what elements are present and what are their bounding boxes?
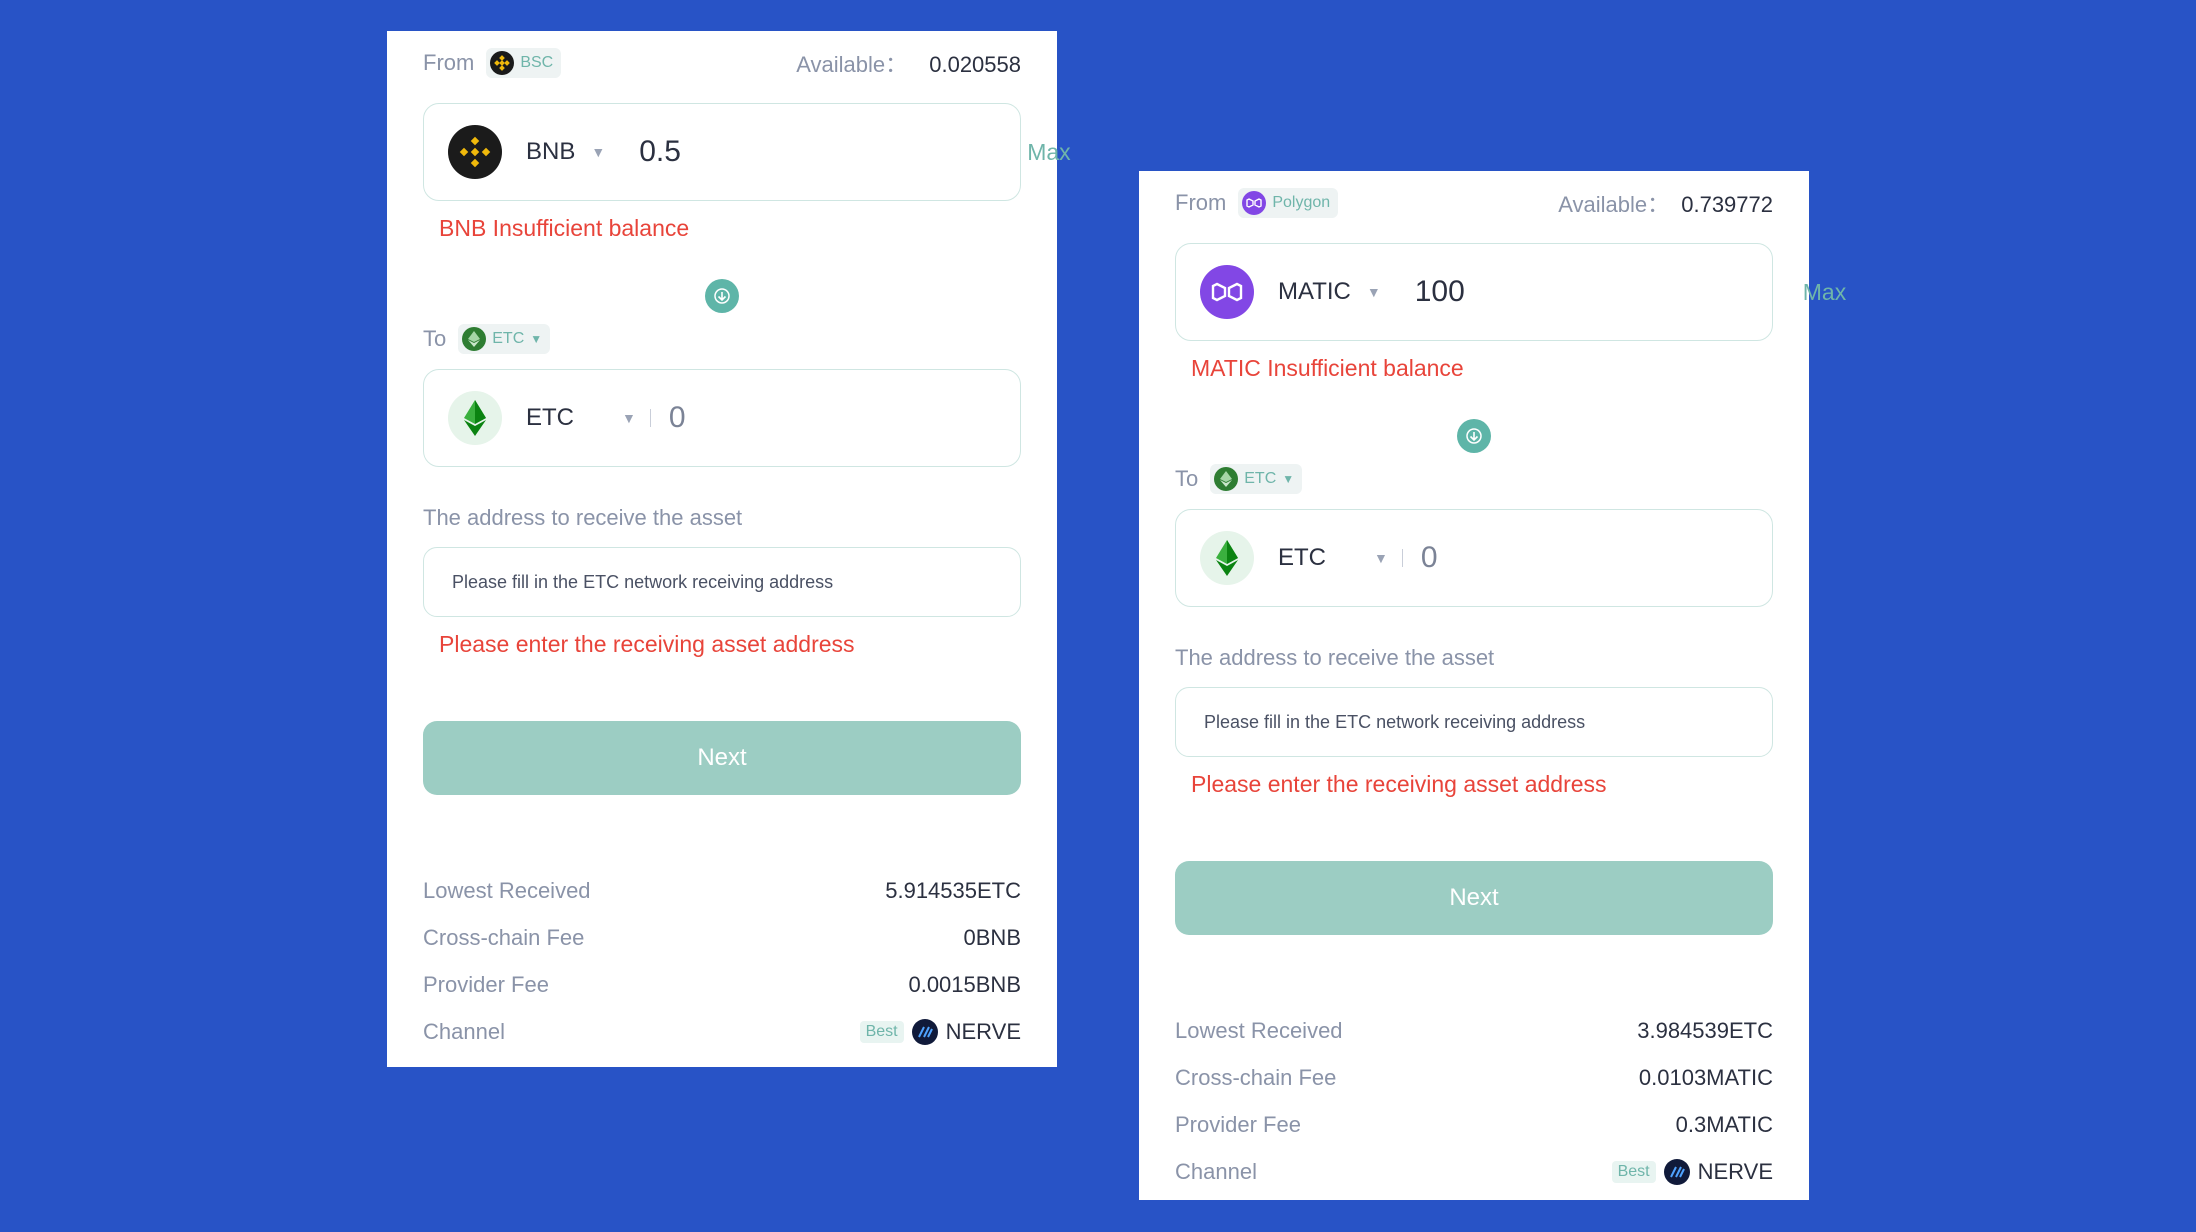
- provider-fee-label: Provider Fee: [423, 971, 549, 997]
- bridge-card-polygon: From Polygon Available： 0.739772 MATIC ▼…: [1139, 171, 1846, 1200]
- etc-icon: [1200, 531, 1254, 585]
- to-row: To ETC ▼: [423, 321, 1021, 357]
- bnb-icon: [448, 125, 502, 179]
- etc-icon: [448, 391, 502, 445]
- from-amount-input[interactable]: [637, 134, 1028, 170]
- fee-summary: Lowest Received 5.914535ETC Cross-chain …: [423, 867, 1021, 1055]
- channel-row: Channel Best NERVE: [1175, 1148, 1773, 1195]
- to-amount-value: 0: [668, 401, 686, 434]
- swap-arrow-icon[interactable]: [1457, 419, 1491, 453]
- channel-value: NERVE: [1697, 1158, 1773, 1184]
- to-row: To ETC ▼: [1175, 461, 1773, 497]
- channel-label: Channel: [1175, 1158, 1257, 1184]
- lowest-received-value: 3.984539ETC: [1637, 1017, 1773, 1043]
- nerve-icon: [1663, 1158, 1690, 1185]
- etc-chain-icon: [462, 327, 487, 351]
- from-chain-selector[interactable]: BSC: [486, 48, 562, 78]
- polygon-icon: [1242, 191, 1267, 215]
- to-amount-value: 0: [1420, 541, 1438, 574]
- max-button[interactable]: Max: [1803, 279, 1846, 306]
- divider: [649, 409, 651, 427]
- channel-label: Channel: [423, 1018, 505, 1044]
- chevron-down-icon: ▼: [1282, 472, 1295, 486]
- to-chain-selector[interactable]: ETC ▼: [458, 324, 551, 354]
- receiving-address-input[interactable]: [1175, 687, 1773, 757]
- provider-fee-value: 0.3MATIC: [1675, 1111, 1773, 1137]
- from-token-box: BNB ▼ Max: [423, 103, 1071, 201]
- address-error: Please enter the receiving asset address: [439, 631, 855, 657]
- lowest-received-row: Lowest Received 3.984539ETC: [1175, 1007, 1773, 1054]
- next-button[interactable]: Next: [1175, 861, 1773, 935]
- provider-fee-row: Provider Fee 0.0015BNB: [423, 961, 1021, 1008]
- next-button[interactable]: Next: [423, 721, 1021, 795]
- channel-value: NERVE: [945, 1018, 1021, 1044]
- to-chain-label: ETC: [492, 330, 525, 347]
- cross-chain-fee-value: 0.0103MATIC: [1638, 1064, 1773, 1090]
- address-label: The address to receive the asset: [423, 505, 743, 530]
- provider-fee-label: Provider Fee: [1175, 1111, 1301, 1137]
- nerve-icon: [911, 1018, 938, 1045]
- available-label: Available：: [1558, 192, 1670, 217]
- to-token-box: ETC ▼ 0: [423, 369, 1021, 467]
- lowest-received-row: Lowest Received 5.914535ETC: [423, 867, 1021, 914]
- from-token-name[interactable]: BNB: [526, 138, 575, 166]
- matic-icon: [1200, 265, 1254, 319]
- lowest-received-label: Lowest Received: [423, 877, 591, 903]
- to-label: To: [1175, 466, 1199, 491]
- from-token-name[interactable]: MATIC: [1278, 278, 1351, 306]
- chevron-down-icon: ▼: [530, 332, 543, 346]
- balance-error: BNB Insufficient balance: [439, 215, 690, 241]
- channel-value-group: Best NERVE: [1611, 1158, 1773, 1185]
- provider-fee-value: 0.0015BNB: [908, 971, 1021, 997]
- token-dropdown-icon[interactable]: ▼: [1367, 284, 1381, 300]
- to-label: To: [423, 326, 447, 351]
- from-label: From: [1175, 190, 1227, 215]
- token-dropdown-icon[interactable]: ▼: [622, 410, 636, 426]
- to-token-name[interactable]: ETC: [526, 404, 606, 432]
- lowest-received-value: 5.914535ETC: [885, 877, 1021, 903]
- to-chain-label: ETC: [1244, 470, 1277, 487]
- receiving-address-input[interactable]: [423, 547, 1021, 617]
- cross-chain-fee-row: Cross-chain Fee 0.0103MATIC: [1175, 1054, 1773, 1101]
- token-dropdown-icon[interactable]: ▼: [1374, 550, 1388, 566]
- token-dropdown-icon[interactable]: ▼: [591, 144, 605, 160]
- balance-error: MATIC Insufficient balance: [1191, 355, 1464, 381]
- cross-chain-fee-row: Cross-chain Fee 0BNB: [423, 914, 1021, 961]
- swap-arrow-icon[interactable]: [705, 279, 739, 313]
- bsc-icon: [490, 51, 515, 75]
- fee-summary: Lowest Received 3.984539ETC Cross-chain …: [1175, 1007, 1773, 1195]
- bridge-card-bsc: From BSC Available： 0.020558 BNB ▼ Max B…: [387, 31, 1071, 1067]
- divider: [1401, 549, 1403, 567]
- provider-fee-row: Provider Fee 0.3MATIC: [1175, 1101, 1773, 1148]
- channel-value-group: Best NERVE: [859, 1018, 1021, 1045]
- to-token-box: ETC ▼ 0: [1175, 509, 1773, 607]
- from-chain-selector[interactable]: Polygon: [1238, 188, 1339, 218]
- from-chain-label: BSC: [520, 54, 554, 71]
- best-badge: Best: [1611, 1160, 1656, 1183]
- from-amount-input[interactable]: [1412, 274, 1803, 310]
- channel-row: Channel Best NERVE: [423, 1008, 1021, 1055]
- address-label: The address to receive the asset: [1175, 645, 1495, 670]
- available-value: 0.739772: [1681, 192, 1773, 217]
- etc-chain-icon: [1214, 467, 1239, 491]
- lowest-received-label: Lowest Received: [1175, 1017, 1343, 1043]
- best-badge: Best: [859, 1020, 904, 1043]
- address-error: Please enter the receiving asset address: [1191, 771, 1607, 797]
- cross-chain-fee-label: Cross-chain Fee: [1175, 1064, 1337, 1090]
- available-value: 0.020558: [929, 52, 1021, 77]
- available-label: Available：: [796, 52, 908, 77]
- from-row: From Polygon Available： 0.739772: [1175, 171, 1773, 235]
- from-label: From: [423, 50, 475, 75]
- from-row: From BSC Available： 0.020558: [423, 31, 1021, 95]
- cross-chain-fee-label: Cross-chain Fee: [423, 924, 585, 950]
- max-button[interactable]: Max: [1027, 139, 1070, 166]
- to-chain-selector[interactable]: ETC ▼: [1210, 464, 1303, 494]
- to-token-name[interactable]: ETC: [1278, 544, 1358, 572]
- from-chain-label: Polygon: [1272, 194, 1331, 211]
- from-token-box: MATIC ▼ Max: [1175, 243, 1846, 341]
- cross-chain-fee-value: 0BNB: [963, 924, 1021, 950]
